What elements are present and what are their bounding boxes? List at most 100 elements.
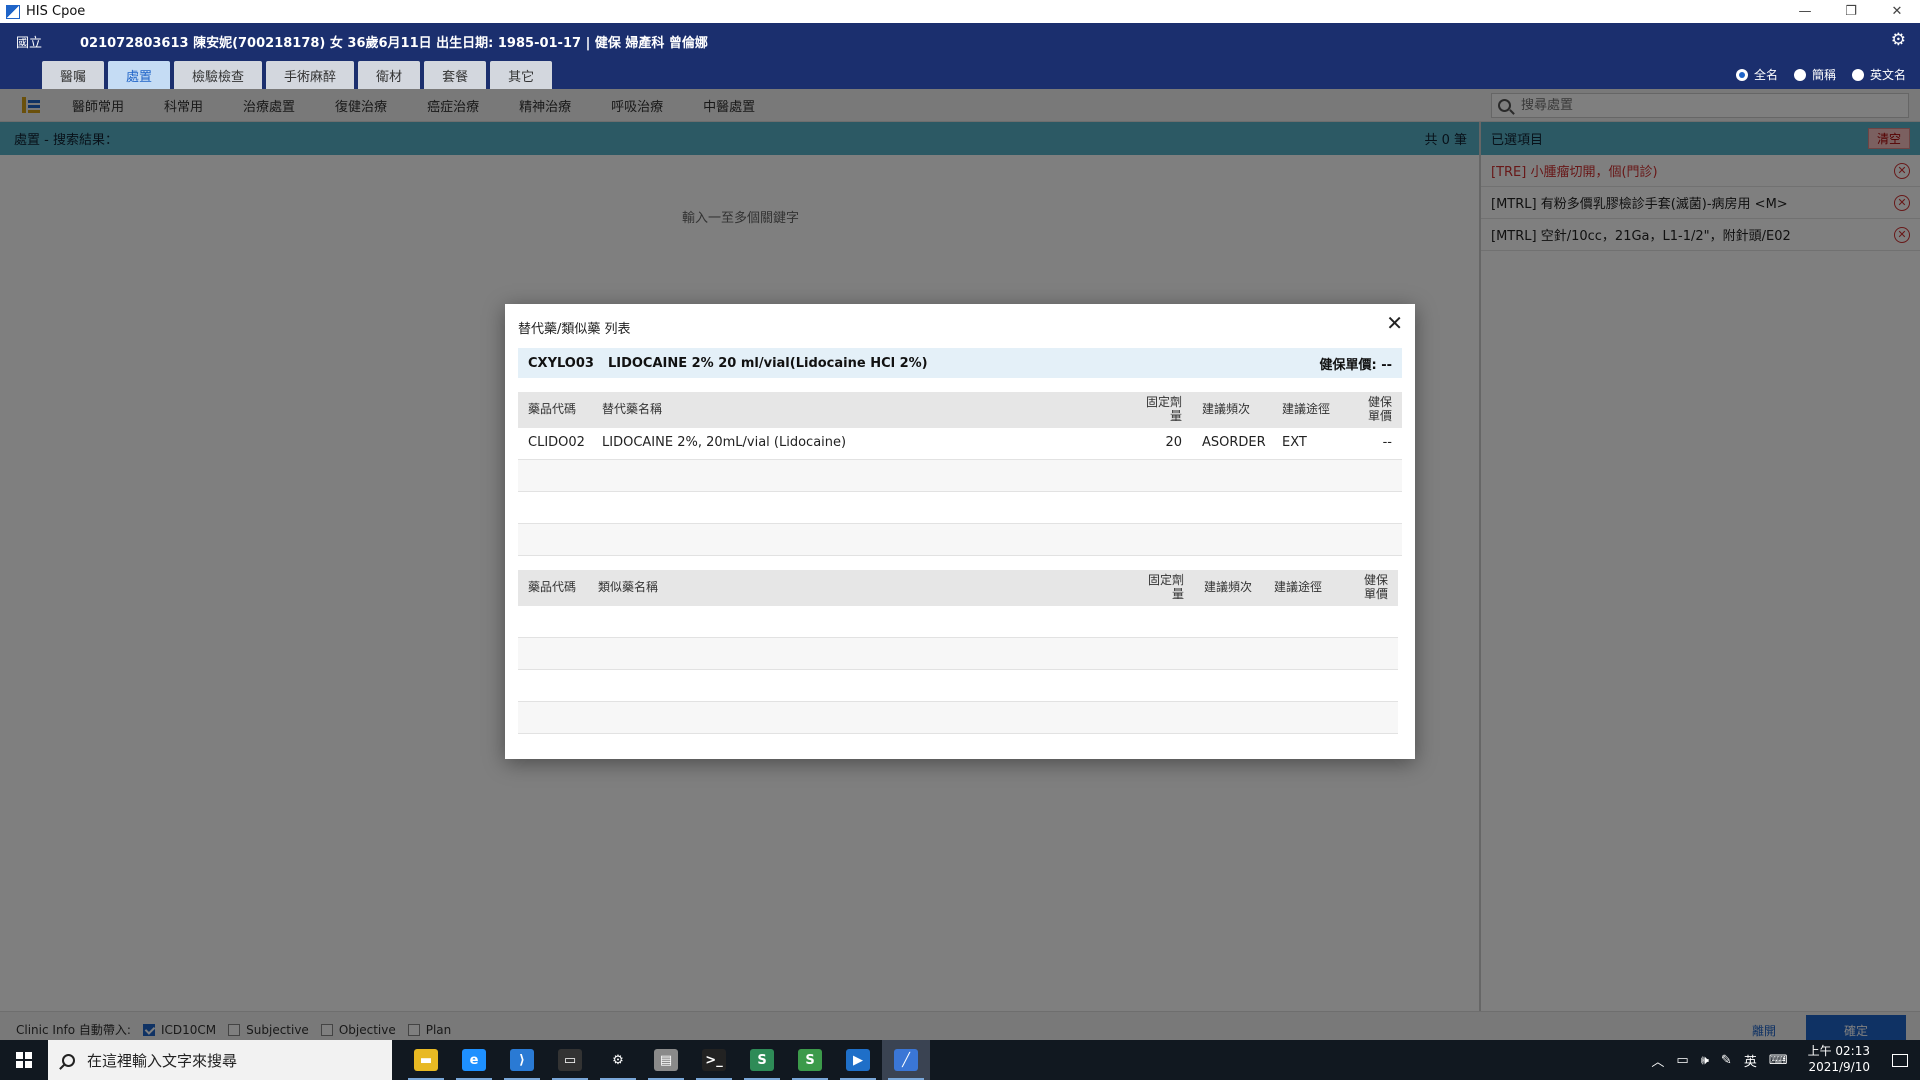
empty-row [518,492,1402,524]
title-bar: HIS Cpoe — ❐ ✕ [0,0,1920,23]
app-logo-icon [6,4,20,19]
tab-labs[interactable]: 檢驗檢查 [174,61,263,89]
column-header: 類似藥名稱 [598,580,659,595]
taskbar-apps: ▬ e ⟩ ▭ ⚙ ▤ >_ S S ▶ ╱ [402,1040,930,1080]
patient-info: 021072803613 陳安妮(700218178) 女 36歲6月11日 出… [80,36,708,51]
edge-icon: e [462,1049,486,1071]
main-tabs: 醫囑 處置 檢驗檢查 手術麻醉 衛材 套餐 其它 [42,61,553,89]
system-tray: ︿ ▭ 🕪 ✎ 英 ⌨ 上午 02:13 2021/9/10 [1645,1040,1920,1080]
alternative-drug-table: 藥品代碼 替代藥名稱 固定劑量 建議頻次 建議途徑 健保單價 CLIDO02 L… [518,392,1402,556]
tab-procedures[interactable]: 處置 [108,61,171,89]
table-cell: LIDOCAINE 2%, 20mL/vial (Lidocaine) [602,435,847,451]
name-option-english[interactable]: 英文名 [1851,66,1906,83]
taskbar-app[interactable]: S [738,1040,786,1080]
notification-icon[interactable] [1880,1040,1920,1080]
column-header: 替代藥名稱 [602,402,663,417]
table-row[interactable]: CLIDO02 LIDOCAINE 2%, 20mL/vial (Lidocai… [518,428,1402,460]
column-header: 藥品代碼 [528,580,577,595]
taskbar-app[interactable]: ▭ [546,1040,594,1080]
radio-icon [1735,68,1748,81]
taskbar-app[interactable]: ▶ [834,1040,882,1080]
search-icon [62,1053,75,1067]
table-header: 藥品代碼 替代藥名稱 固定劑量 建議頻次 建議途徑 健保單價 [518,392,1402,428]
tab-orders[interactable]: 醫囑 [42,61,105,89]
table-cell: EXT [1282,435,1307,451]
name-display-options: 全名 簡稱 英文名 [1735,66,1906,83]
empty-row [518,524,1402,556]
patient-header: 國立 021072803613 陳安妮(700218178) 女 36歲6月11… [0,23,1920,89]
edge-dev-icon: S [750,1049,774,1071]
name-option-short[interactable]: 簡稱 [1793,66,1836,83]
windows-logo-icon [16,1052,32,1068]
column-header: 固定劑量 [1145,395,1182,423]
network-icon[interactable]: ▭ [1676,1053,1688,1068]
minimize-button[interactable]: — [1782,0,1828,23]
name-option-full[interactable]: 全名 [1735,66,1778,83]
tab-others[interactable]: 其它 [490,61,553,89]
column-header: 建議途徑 [1282,402,1331,417]
cmd-icon: >_ [702,1049,726,1071]
keyboard-icon[interactable]: ⌨ [1769,1053,1788,1068]
empty-row [518,606,1398,638]
column-header: 建議頻次 [1204,580,1253,595]
column-header: 健保單價 [1367,395,1392,423]
tab-supplies[interactable]: 衛材 [358,61,421,89]
column-header: 健保單價 [1363,573,1388,601]
drug-name: LIDOCAINE 2% 20 ml/vial(Lidocaine HCl 2%… [607,355,928,371]
gear-icon[interactable]: ⚙ [1891,30,1906,50]
table-cell: ASORDER [1202,435,1266,451]
volume-icon[interactable]: 🕪 [1701,1053,1709,1068]
taskbar-app[interactable]: e [450,1040,498,1080]
tab-packages[interactable]: 套餐 [424,61,487,89]
empty-row [518,460,1402,492]
column-header: 固定劑量 [1148,573,1185,601]
table-cell: 20 [1165,435,1182,451]
window-title: HIS Cpoe [26,4,86,19]
close-icon[interactable]: ✕ [1386,313,1403,333]
column-header: 建議途徑 [1274,580,1323,595]
clock-date: 2021/9/10 [1808,1060,1870,1074]
hospital-name: 國立 [16,36,43,51]
drug-code: CXYLO03 [528,355,594,371]
media-icon: ▶ [846,1049,870,1071]
column-header: 建議頻次 [1202,402,1251,417]
taskbar-app[interactable]: ⚙ [594,1040,642,1080]
clock[interactable]: 上午 02:13 2021/9/10 [1808,1044,1870,1075]
radio-icon [1793,68,1806,81]
ime-indicator[interactable]: 英 [1744,1051,1757,1070]
table-cell: CLIDO02 [528,435,585,451]
edge-beta-icon: S [798,1049,822,1071]
taskbar-search[interactable]: 在這裡輸入文字來搜尋 [48,1040,392,1080]
taskbar-app[interactable]: >_ [690,1040,738,1080]
vscode-icon: ⟩ [510,1049,534,1071]
his-cpoe-icon: ╱ [894,1049,918,1071]
settings-icon: ⚙ [606,1049,630,1071]
taskbar-app[interactable]: ▤ [642,1040,690,1080]
taskbar-app[interactable]: S [786,1040,834,1080]
pen-icon[interactable]: ✎ [1721,1053,1732,1068]
window-controls: — ❐ ✕ [1782,0,1920,23]
similar-drug-table: 藥品代碼 類似藥名稱 固定劑量 建議頻次 建議途徑 健保單價 [518,570,1398,734]
file-explorer-icon: ▬ [414,1049,438,1071]
start-button[interactable] [0,1040,48,1080]
empty-row [518,702,1398,734]
windows-taskbar: 在這裡輸入文字來搜尋 ▬ e ⟩ ▭ ⚙ ▤ >_ S S ▶ ╱ ︿ ▭ 🕪 ✎ 英 ⌨ 上午 0… [0,1040,1920,1080]
taskbar-app[interactable]: ╱ [882,1040,930,1080]
clock-time: 上午 02:13 [1807,1044,1870,1059]
drug-price: 健保單價: -- [1319,357,1392,373]
taskbar-app[interactable]: ⟩ [498,1040,546,1080]
table-header: 藥品代碼 類似藥名稱 固定劑量 建議頻次 建議途徑 健保單價 [518,570,1398,606]
radio-icon [1851,68,1864,81]
printer-icon: ▤ [654,1049,678,1071]
empty-row [518,638,1398,670]
column-header: 藥品代碼 [528,402,577,417]
empty-row [518,670,1398,702]
taskbar-app[interactable]: ▬ [402,1040,450,1080]
chevron-up-icon[interactable]: ︿ [1651,1051,1664,1070]
restore-button[interactable]: ❐ [1828,0,1874,23]
close-window-button[interactable]: ✕ [1874,0,1920,23]
taskbar-search-placeholder: 在這裡輸入文字來搜尋 [87,1051,238,1070]
current-drug-banner: CXYLO03 LIDOCAINE 2% 20 ml/vial(Lidocain… [518,348,1402,378]
dialog-title: 替代藥/類似藥 列表 [518,322,631,337]
tab-surgery[interactable]: 手術麻醉 [266,61,355,89]
